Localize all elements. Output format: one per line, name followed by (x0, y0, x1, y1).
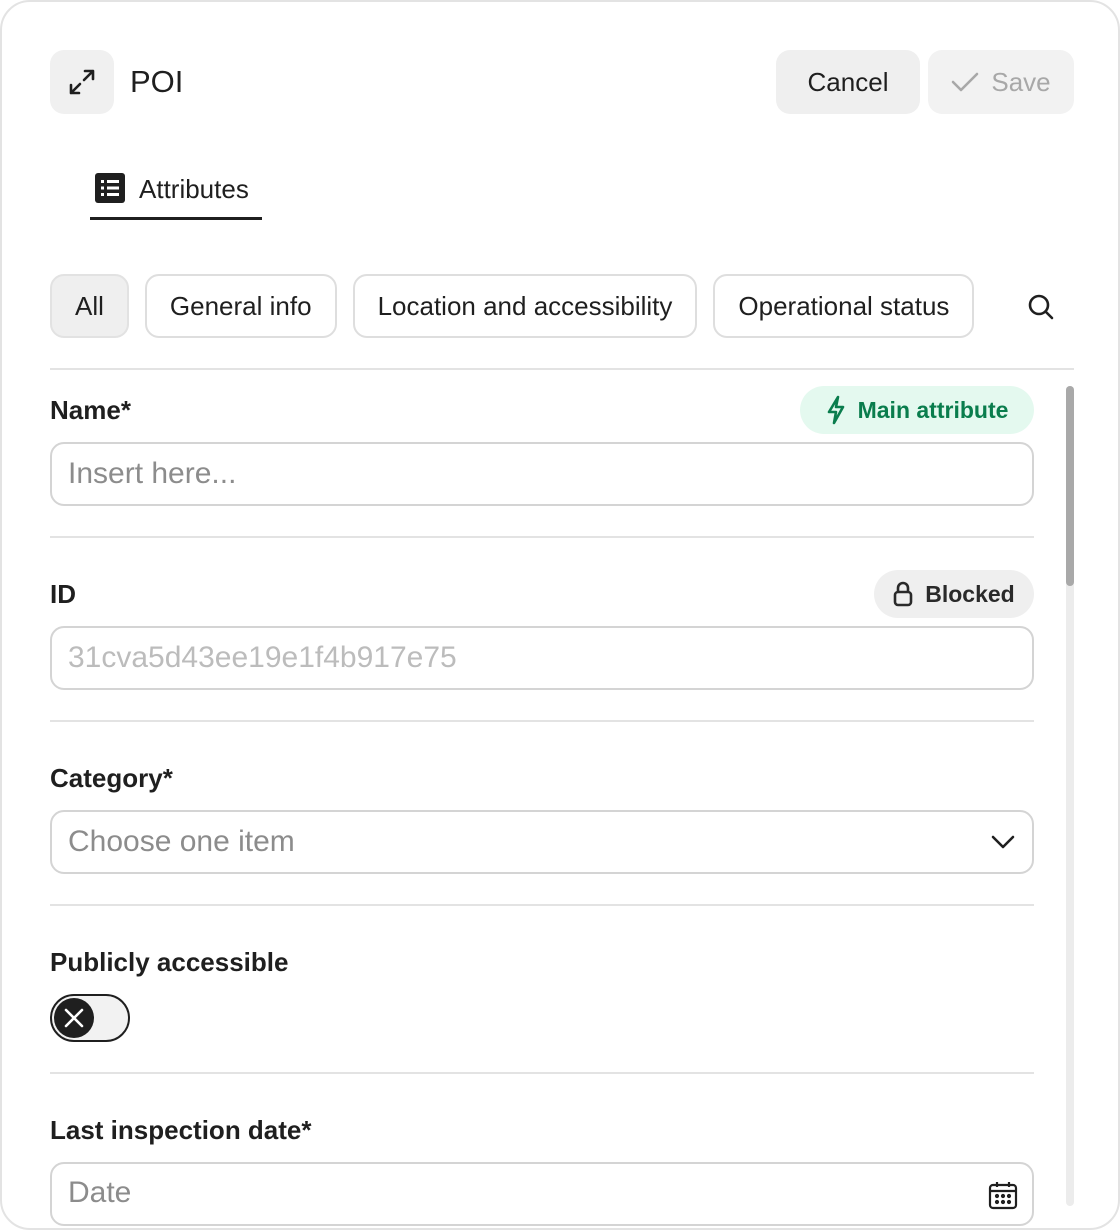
tab-attributes-label: Attributes (139, 174, 249, 204)
chevron-down-icon (991, 835, 1015, 849)
category-select-placeholder: Choose one item (68, 825, 295, 858)
last-inspection-date-input[interactable]: Date (50, 1162, 1034, 1226)
search-icon (1028, 294, 1054, 320)
filter-divider (50, 368, 1074, 370)
category-select[interactable]: Choose one item (50, 810, 1034, 874)
filter-chip-general-info[interactable]: General info (144, 274, 337, 338)
search-button[interactable] (1018, 286, 1064, 328)
id-input (50, 626, 1034, 690)
publicly-accessible-label: Publicly accessible (50, 947, 289, 977)
field-divider (50, 720, 1034, 722)
page-title: POI (130, 64, 184, 99)
field-divider (50, 536, 1034, 538)
last-inspection-date-label: Last inspection date* (50, 1115, 312, 1145)
name-label: Name* (50, 395, 131, 425)
lock-icon (893, 581, 913, 607)
publicly-accessible-toggle[interactable] (50, 994, 130, 1042)
scrollbar-thumb[interactable] (1066, 386, 1074, 586)
check-icon (952, 72, 979, 92)
date-placeholder: Date (68, 1176, 132, 1209)
expand-button[interactable] (50, 50, 114, 114)
filter-chip-location-accessibility[interactable]: Location and accessibility (352, 274, 698, 338)
filter-chip-operational-status[interactable]: Operational status (713, 274, 975, 338)
blocked-badge: Blocked (874, 570, 1034, 618)
field-divider (50, 1072, 1034, 1074)
tab-attributes[interactable]: Attributes (90, 168, 262, 220)
expand-arrows-icon (69, 69, 95, 95)
cancel-button[interactable]: Cancel (776, 50, 920, 114)
id-label: ID (50, 579, 76, 609)
name-input[interactable] (50, 442, 1034, 506)
poi-editor-panel: POI Cancel Save Attributes All General i… (0, 0, 1120, 1230)
calendar-icon (988, 1182, 1018, 1210)
filter-chip-all[interactable]: All (50, 274, 129, 338)
blocked-badge-label: Blocked (925, 580, 1015, 607)
filter-chips: All General info Location and accessibil… (50, 274, 994, 340)
toggle-knob (54, 998, 94, 1038)
list-icon (95, 173, 125, 203)
save-button-label: Save (991, 66, 1051, 97)
main-attribute-badge: Main attribute (800, 386, 1034, 434)
save-button[interactable]: Save (928, 50, 1074, 114)
main-attribute-badge-label: Main attribute (857, 396, 1009, 423)
x-icon (64, 1008, 84, 1028)
lightning-icon (827, 395, 844, 425)
field-divider (50, 904, 1034, 906)
category-label: Category* (50, 763, 173, 793)
